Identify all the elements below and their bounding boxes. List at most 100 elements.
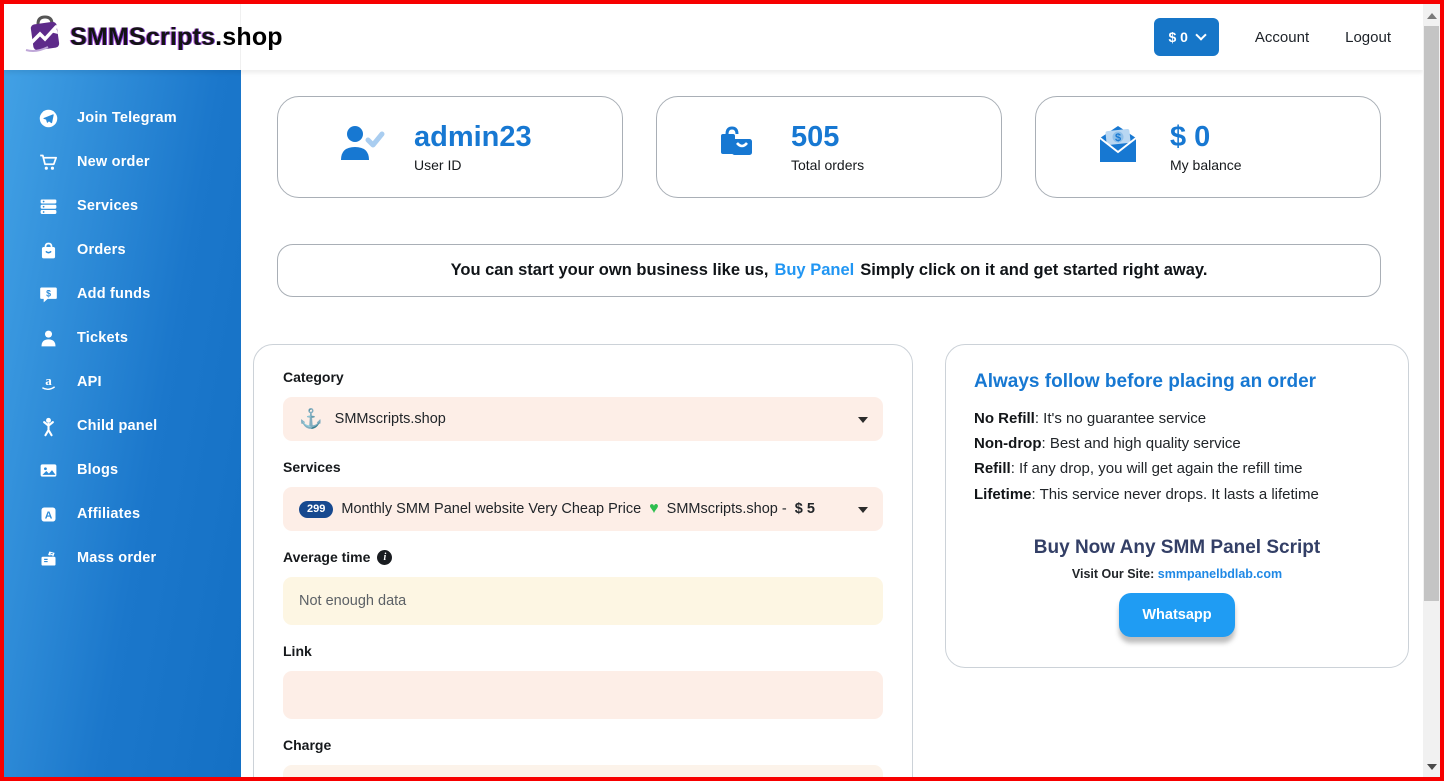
- link-group: Link: [283, 643, 883, 719]
- api-icon: a: [37, 371, 59, 393]
- user-id-label: User ID: [414, 157, 532, 173]
- page: SMMScripts.shop $ 0 Account Logout Join …: [0, 0, 1444, 781]
- sidebar-item-affiliates[interactable]: A Affiliates: [4, 492, 241, 536]
- mass-order-icon: [37, 547, 59, 569]
- balance-dropdown-button[interactable]: $ 0: [1154, 18, 1218, 56]
- info-line-no-refill: No Refill: It's no guarantee service: [974, 406, 1380, 431]
- service-id-badge: 299: [299, 501, 333, 518]
- cart-icon: [37, 151, 59, 173]
- ticket-user-icon: [37, 327, 59, 349]
- scrollbar-thumb[interactable]: [1424, 26, 1439, 601]
- caret-down-icon: [858, 507, 868, 513]
- order-info-panel: Always follow before placing an order No…: [945, 344, 1409, 668]
- sidebar-item-label: Add funds: [77, 286, 150, 302]
- info-line-lifetime: Lifetime: This service never drops. It l…: [974, 482, 1380, 507]
- sidebar-item-orders[interactable]: Orders: [4, 228, 241, 272]
- category-group: Category ⚓ SMMscripts.shop: [283, 369, 883, 441]
- sidebar-item-join-telegram[interactable]: Join Telegram: [4, 96, 241, 140]
- whatsapp-button[interactable]: Whatsapp: [1119, 593, 1234, 637]
- telegram-icon: [37, 107, 59, 129]
- average-time-field: Not enough data: [283, 577, 883, 625]
- header-controls: $ 0 Account Logout: [1154, 18, 1423, 56]
- category-label: Category: [283, 369, 883, 385]
- scroll-down-arrow-icon[interactable]: [1423, 759, 1440, 775]
- brand-logo[interactable]: SMMScripts.shop: [4, 4, 241, 70]
- sidebar-item-label: New order: [77, 154, 150, 170]
- main-content: admin23 User ID 505 Total orders $ $ 0: [241, 70, 1423, 777]
- child-panel-icon: [37, 415, 59, 437]
- link-field: [283, 671, 883, 719]
- balance-label: My balance: [1170, 157, 1242, 173]
- service-site: SMMscripts.shop -: [667, 501, 787, 517]
- total-orders-label: Total orders: [791, 157, 864, 173]
- sidebar-item-child-panel[interactable]: Child panel: [4, 404, 241, 448]
- sidebar-item-tickets[interactable]: Tickets: [4, 316, 241, 360]
- site-link[interactable]: smmpanelbdlab.com: [1158, 567, 1282, 581]
- brand-name: SMMScripts.shop: [70, 23, 283, 52]
- sidebar-item-api[interactable]: a API: [4, 360, 241, 404]
- sidebar-item-blogs[interactable]: Blogs: [4, 448, 241, 492]
- sidebar-item-label: Join Telegram: [77, 110, 177, 126]
- sidebar-item-label: Affiliates: [77, 506, 140, 522]
- link-input[interactable]: [299, 687, 867, 703]
- blogs-icon: [37, 459, 59, 481]
- average-time-group: Average time i Not enough data: [283, 549, 883, 625]
- promo-title: Buy Now Any SMM Panel Script: [974, 537, 1380, 559]
- chevron-down-icon: [1195, 29, 1206, 40]
- account-link[interactable]: Account: [1255, 29, 1309, 46]
- shopping-bag-logo-icon: [24, 14, 64, 61]
- sidebar-item-label: API: [77, 374, 102, 390]
- svg-text:A: A: [44, 509, 52, 521]
- total-orders-card: 505 Total orders: [656, 96, 1002, 198]
- total-orders-value: 505: [791, 121, 864, 154]
- services-icon: [37, 195, 59, 217]
- header: SMMScripts.shop $ 0 Account Logout: [4, 4, 1423, 70]
- envelope-money-icon: $: [1094, 122, 1142, 173]
- sidebar-item-mass-order[interactable]: Mass order: [4, 536, 241, 580]
- sidebar-item-label: Child panel: [77, 418, 157, 434]
- sidebar-item-label: Services: [77, 198, 138, 214]
- svg-text:a: a: [45, 373, 52, 388]
- info-panel-title: Always follow before placing an order: [974, 371, 1380, 393]
- user-id-value: admin23: [414, 121, 532, 154]
- caret-down-icon: [858, 417, 868, 423]
- sidebar-item-add-funds[interactable]: $ Add funds: [4, 272, 241, 316]
- add-funds-icon: $: [37, 283, 59, 305]
- sidebar-item-label: Blogs: [77, 462, 118, 478]
- charge-group: Charge: [283, 737, 883, 777]
- green-heart-icon: ♥: [649, 500, 659, 518]
- sidebar: Join Telegram New order Services Orders …: [4, 70, 241, 777]
- visit-our-site: Visit Our Site: smmpanelbdlab.com: [974, 567, 1380, 581]
- new-order-form: Category ⚓ SMMscripts.shop Services 299 …: [253, 344, 913, 777]
- info-line-refill: Refill: If any drop, you will get again …: [974, 456, 1380, 481]
- sidebar-item-services[interactable]: Services: [4, 184, 241, 228]
- scroll-up-arrow-icon[interactable]: [1423, 8, 1440, 24]
- user-check-icon: [336, 122, 386, 173]
- link-label: Link: [283, 643, 883, 659]
- balance-card: $ $ 0 My balance: [1035, 96, 1381, 198]
- buy-panel-link[interactable]: Buy Panel: [774, 261, 854, 280]
- services-group: Services 299 Monthly SMM Panel website V…: [283, 459, 883, 531]
- content-row: Category ⚓ SMMscripts.shop Services 299 …: [253, 344, 1409, 777]
- stats-row: admin23 User ID 505 Total orders $ $ 0: [277, 96, 1381, 198]
- services-select[interactable]: 299 Monthly SMM Panel website Very Cheap…: [283, 487, 883, 531]
- svg-text:$: $: [1115, 132, 1121, 144]
- sidebar-item-new-order[interactable]: New order: [4, 140, 241, 184]
- service-name: Monthly SMM Panel website Very Cheap Pri…: [341, 501, 641, 517]
- category-selected-value: SMMscripts.shop: [335, 411, 446, 427]
- info-line-non-drop: Non-drop: Best and high quality service: [974, 431, 1380, 456]
- user-id-card: admin23 User ID: [277, 96, 623, 198]
- affiliates-icon: A: [37, 503, 59, 525]
- logout-link[interactable]: Logout: [1345, 29, 1391, 46]
- promo-block: Buy Now Any SMM Panel Script Visit Our S…: [974, 537, 1380, 637]
- svg-text:$: $: [46, 288, 51, 298]
- balance-value: $ 0: [1170, 121, 1242, 154]
- vertical-scrollbar[interactable]: [1423, 4, 1440, 777]
- service-price: $ 5: [795, 501, 815, 517]
- banner-text-after: Simply click on it and get started right…: [860, 261, 1207, 280]
- sidebar-item-label: Orders: [77, 242, 126, 258]
- category-select[interactable]: ⚓ SMMscripts.shop: [283, 397, 883, 441]
- charge-field: [283, 765, 883, 777]
- orders-bag-icon: [37, 239, 59, 261]
- info-icon: i: [377, 550, 392, 565]
